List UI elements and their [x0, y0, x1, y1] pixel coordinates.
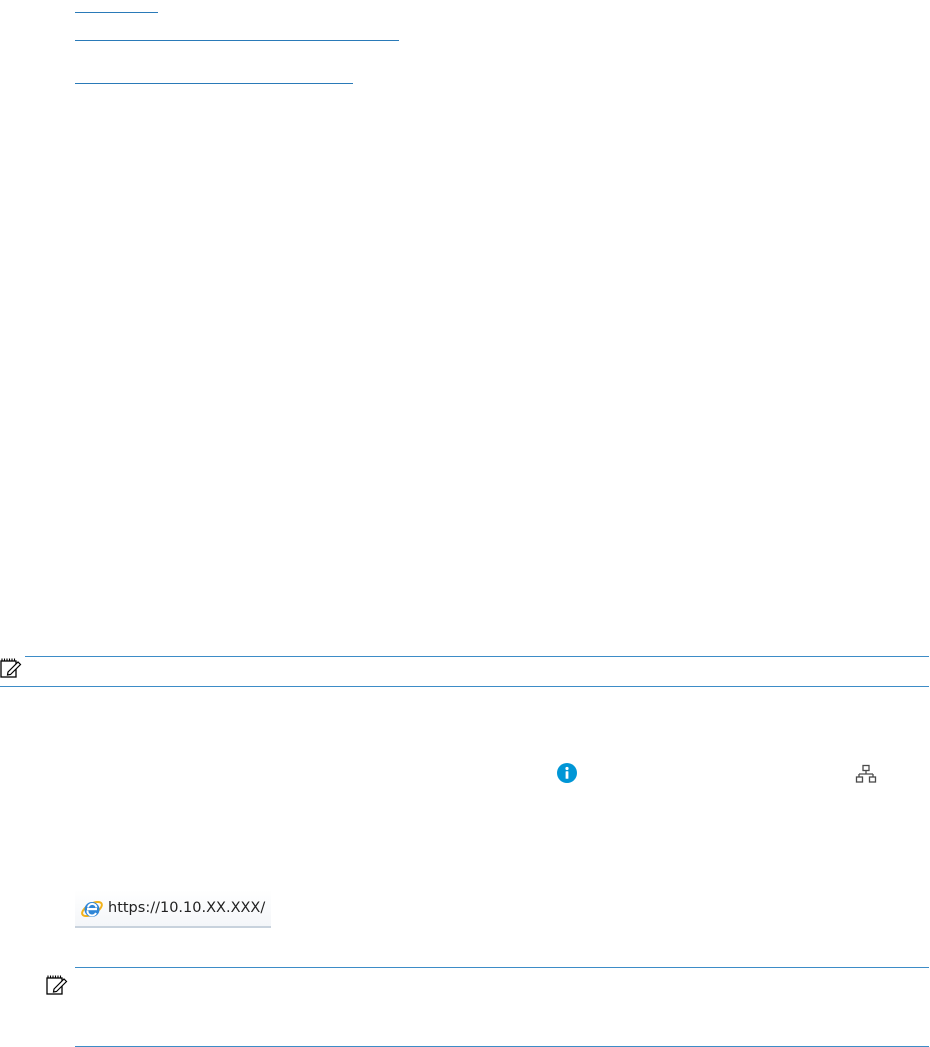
address-url[interactable]: https://10.10.XX.XXX/: [108, 900, 265, 916]
note-icon-2: [46, 974, 68, 1001]
info-icon: [557, 763, 577, 783]
note-top-rule: [25, 656, 929, 657]
note-bottom-rule: [0, 686, 929, 687]
network-icon: [855, 764, 877, 791]
link-2-underline[interactable]: [75, 40, 399, 41]
note-icon: [0, 657, 22, 684]
browser-address-bar[interactable]: https://10.10.XX.XXX/: [75, 890, 271, 928]
link-3-underline[interactable]: [75, 83, 353, 84]
note-2-top-rule: [75, 967, 929, 968]
link-1-underline[interactable]: [75, 12, 158, 13]
internet-explorer-icon: [80, 897, 104, 926]
